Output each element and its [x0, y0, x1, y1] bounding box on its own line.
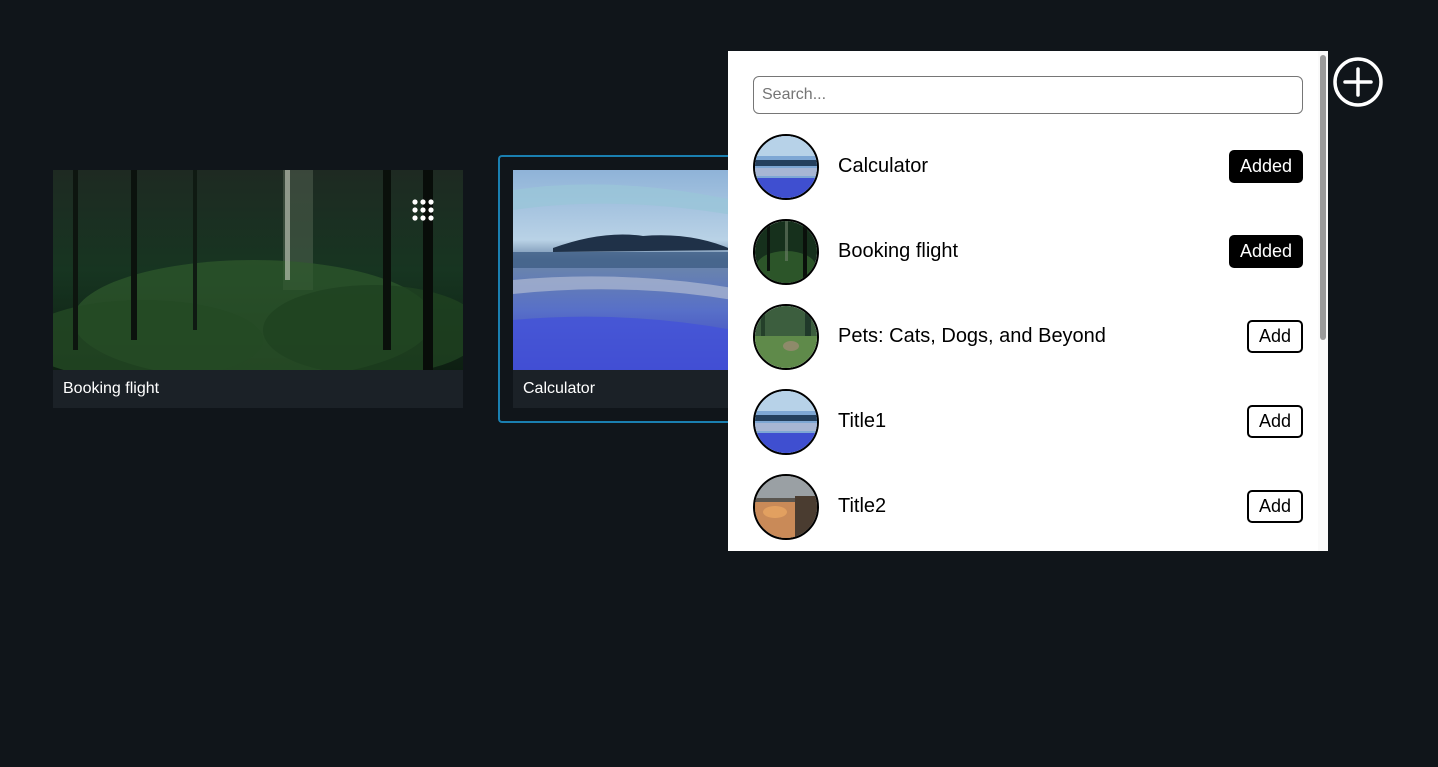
list-item: Booking flight Added: [753, 219, 1303, 285]
add-items-panel: Calculator Added Booking flight Added: [728, 51, 1328, 551]
plus-circle-icon[interactable]: [1332, 56, 1384, 108]
app-stage: Booking flight Calculator Search... Calc…: [0, 0, 1438, 767]
avatar: [753, 389, 819, 455]
list-item: Pets: Cats, Dogs, and Beyond Add: [753, 304, 1303, 370]
card-booking-flight[interactable]: Booking flight: [53, 170, 463, 408]
avatar: [753, 219, 819, 285]
card-title: Booking flight: [53, 370, 463, 408]
item-title: Title1: [838, 410, 887, 432]
item-title: Booking flight: [838, 240, 959, 262]
avatar: [753, 474, 819, 540]
grip-dots-icon[interactable]: [411, 198, 435, 222]
scrollbar-thumb[interactable]: [1320, 55, 1326, 340]
list-item: Title2 Add: [753, 474, 1303, 540]
avatar: [753, 134, 819, 200]
item-title: Calculator: [838, 155, 929, 177]
item-title: Pets: Cats, Dogs, and Beyond: [838, 325, 1106, 347]
item-title: Title2: [838, 495, 887, 517]
list-item: Calculator Added: [753, 134, 1303, 200]
scrollbar[interactable]: [1318, 51, 1328, 551]
add-button[interactable]: Add: [1246, 490, 1303, 523]
added-button[interactable]: Added: [1228, 235, 1303, 268]
added-button[interactable]: Added: [1228, 150, 1303, 183]
add-button[interactable]: Add: [1246, 320, 1303, 353]
avatar: [753, 304, 819, 370]
add-button[interactable]: Add: [1246, 405, 1303, 438]
search-input[interactable]: [753, 76, 1303, 114]
list-item: Title1 Add: [753, 389, 1303, 455]
card-image-forest: [53, 170, 463, 370]
